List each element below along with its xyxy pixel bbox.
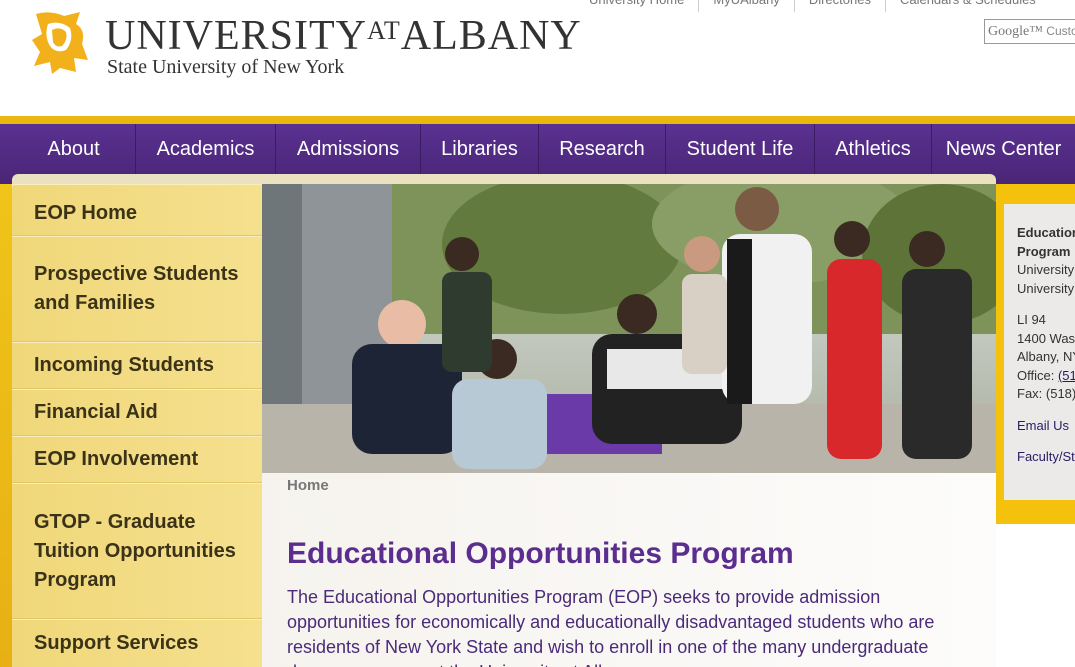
search-placeholder: Custom Search <box>1046 24 1075 38</box>
sidebar-item-financial-aid[interactable]: Financial Aid <box>12 389 262 436</box>
minerva-logo-icon <box>32 12 88 74</box>
sidebar-item-eop-involvement[interactable]: EOP Involvement <box>12 436 262 483</box>
contact-name-line1: Educational Opportunities <box>1017 225 1075 240</box>
students-photo-image <box>262 184 996 473</box>
contact-fax: Fax: (518) <box>1017 386 1075 401</box>
hero-photo <box>262 184 996 473</box>
nav-academics[interactable]: Academics <box>136 124 276 174</box>
intro-paragraph: The Educational Opportunities Program (E… <box>287 587 935 667</box>
contact-room: LI 94 <box>1017 312 1046 327</box>
logo-title: UNIVERSITYATALBANY <box>105 13 582 59</box>
sidebar-nav: EOP Home Prospective Students and Famili… <box>12 184 262 667</box>
utility-nav: University Home MyUAlbany Directories Ca… <box>575 0 1050 12</box>
office-phone-link[interactable]: (518) <box>1058 368 1075 383</box>
logo-subtitle: State University of New York <box>107 56 345 78</box>
contact-org2: University at Albany, SUNY <box>1017 280 1075 296</box>
contact-box: Educational Opportunities Program Univer… <box>1004 204 1075 500</box>
nav-admissions[interactable]: Admissions <box>276 124 421 174</box>
nav-research[interactable]: Research <box>539 124 666 174</box>
sidebar-item-eop-home[interactable]: EOP Home <box>12 184 262 236</box>
site-header: UNIVERSITYATALBANY State University of N… <box>0 0 1075 118</box>
search-input[interactable]: Google™ Custom Search <box>984 19 1075 44</box>
contact-org1: University at Albany <box>1017 262 1075 277</box>
nav-libraries[interactable]: Libraries <box>421 124 539 174</box>
google-logo: Google™ <box>988 24 1043 39</box>
faculty-staff-link[interactable]: Faculty/Staff <box>1017 449 1075 464</box>
page-title: Educational Opportunities Program <box>287 537 794 570</box>
utility-link-calendars[interactable]: Calendars & Schedules <box>884 0 1050 12</box>
gold-side-decoration <box>0 184 12 667</box>
utility-link-directories[interactable]: Directories <box>793 0 885 12</box>
gold-divider <box>0 116 1075 124</box>
sidebar-item-support-services[interactable]: Support Services <box>12 619 262 667</box>
university-logo[interactable]: UNIVERSITYATALBANY State University of N… <box>30 10 600 82</box>
sidebar-item-prospective-students[interactable]: Prospective Students and Families <box>12 236 262 342</box>
nav-athletics[interactable]: Athletics <box>815 124 932 174</box>
content-tab-top <box>12 174 996 184</box>
contact-name-line2: Program <box>1017 243 1071 259</box>
contact-city: Albany, NY 12222 <box>1017 349 1075 364</box>
contact-office: Office: (518) <box>1017 367 1075 386</box>
contact-street: 1400 Washington Ave <box>1017 330 1075 346</box>
email-us-link[interactable]: Email Us <box>1017 418 1069 433</box>
utility-link-myualbany[interactable]: MyUAlbany <box>698 0 793 12</box>
breadcrumb[interactable]: Home <box>287 477 329 494</box>
sidebar-item-incoming-students[interactable]: Incoming Students <box>12 342 262 389</box>
sidebar-item-gtop[interactable]: GTOP - Graduate Tuition Opportunities Pr… <box>12 483 262 619</box>
main-nav: About Academics Admissions Libraries Res… <box>12 124 1075 174</box>
utility-link-university-home[interactable]: University Home <box>575 0 698 12</box>
nav-news-center[interactable]: News Center <box>932 124 1075 174</box>
nav-about[interactable]: About <box>12 124 136 174</box>
nav-student-life[interactable]: Student Life <box>666 124 815 174</box>
